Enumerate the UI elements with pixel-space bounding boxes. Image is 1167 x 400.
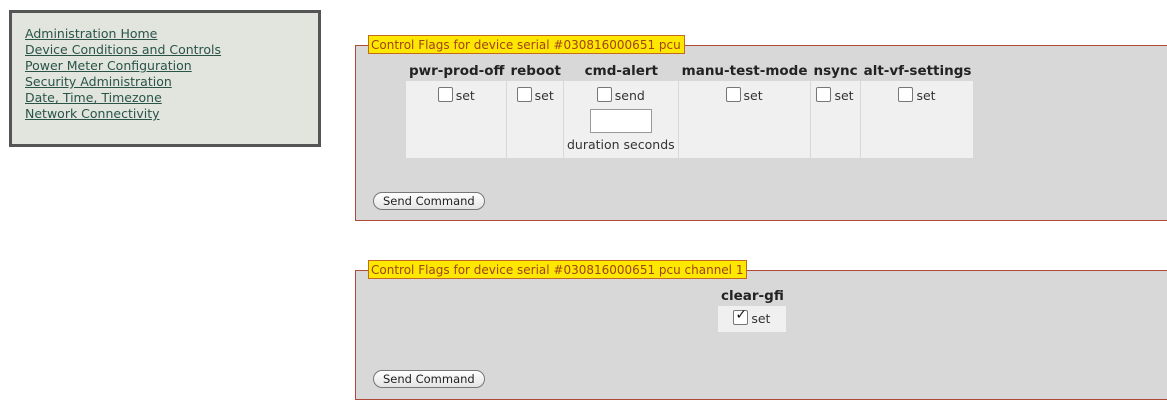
control-flags-table: pwr-prod-off reboot cmd-alert manu-test-… — [406, 61, 975, 158]
panel-legend: Control Flags for device serial #0308160… — [368, 260, 748, 279]
send-command-button[interactable]: Send Command — [373, 370, 485, 388]
column-header: clear-gfi — [721, 288, 784, 304]
send-command-button[interactable]: Send Command — [373, 192, 485, 210]
flag-cell-manu-test-mode: set — [678, 81, 811, 158]
column-header: manu-test-mode — [681, 63, 808, 79]
alt-vf-settings-checkbox[interactable] — [898, 87, 914, 102]
checkbox-label: send — [614, 88, 645, 103]
flag-cell-cmd-alert: send duration seconds — [563, 81, 679, 158]
checkbox-label: set — [834, 88, 854, 103]
nsync-checkbox[interactable] — [816, 87, 832, 102]
reboot-checkbox[interactable] — [516, 87, 532, 102]
column-header: alt-vf-settings — [863, 63, 972, 79]
manu-test-mode-checkbox[interactable] — [725, 87, 741, 102]
nav-link-device-conditions[interactable]: Device Conditions and Controls — [25, 42, 318, 58]
panel-legend: Control Flags for device serial #0308160… — [368, 35, 685, 54]
checkbox-label: set — [534, 88, 554, 103]
clear-gfi-checkbox[interactable] — [733, 307, 749, 325]
flag-cell-alt-vf-settings: set — [860, 81, 975, 158]
checkbox-label: set — [751, 311, 771, 326]
column-header: pwr-prod-off — [409, 63, 505, 79]
checkbox-label: set — [916, 88, 936, 103]
control-flags-panel-channel-1: Control Flags for device serial #0308160… — [355, 260, 1167, 400]
nav-link-network[interactable]: Network Connectivity — [25, 106, 318, 122]
flag-cell-reboot: set — [507, 81, 564, 158]
nav-link-power-meter-config[interactable]: Power Meter Configuration — [25, 58, 318, 74]
flag-cell-clear-gfi: set — [718, 306, 787, 332]
nav-link-administration-home[interactable]: Administration Home — [25, 26, 318, 42]
flag-cell-pwr-prod-off: set — [406, 81, 508, 158]
column-header: reboot — [510, 63, 561, 79]
nav-link-date-time[interactable]: Date, Time, Timezone — [25, 90, 318, 106]
flag-cell-nsync: set — [810, 81, 861, 158]
pwr-prod-off-checkbox[interactable] — [437, 87, 453, 102]
duration-seconds-label: duration seconds — [566, 137, 675, 152]
control-flags-panel-pcu: Control Flags for device serial #0308160… — [355, 35, 1167, 221]
admin-nav-box: Administration Home Device Conditions an… — [9, 10, 321, 147]
checkbox-label: set — [455, 88, 475, 103]
column-header: cmd-alert — [584, 63, 658, 79]
column-header: nsync — [813, 63, 858, 79]
control-flags-table: clear-gfi set — [718, 286, 787, 332]
cmd-alert-checkbox[interactable] — [596, 87, 612, 102]
checkbox-label: set — [743, 88, 763, 103]
duration-seconds-input[interactable] — [589, 109, 652, 133]
nav-link-security-admin[interactable]: Security Administration — [25, 74, 318, 90]
